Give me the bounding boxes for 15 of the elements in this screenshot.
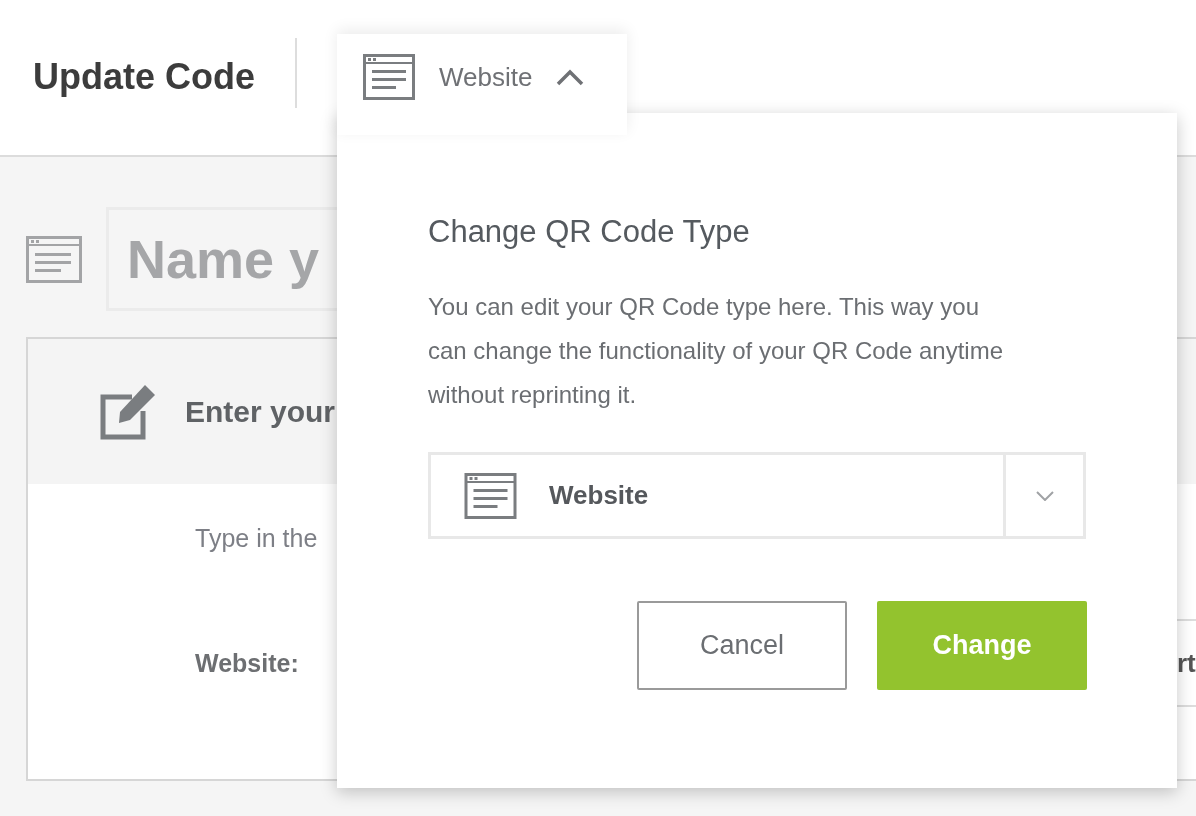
edit-icon bbox=[100, 383, 157, 440]
popover-description: You can edit your QR Code type here. This way you can change the functionality of your QR Code anytime without reprinting it. bbox=[428, 292, 1004, 410]
browser-window-icon bbox=[26, 235, 82, 283]
type-select[interactable]: Website bbox=[428, 452, 1086, 539]
page-title: Update Code bbox=[33, 55, 255, 99]
browser-window-icon bbox=[464, 472, 517, 519]
cancel-button[interactable]: Cancel bbox=[637, 601, 847, 690]
chevron-up-icon bbox=[556, 68, 585, 86]
field-label: Website: bbox=[195, 648, 300, 678]
chevron-down-icon bbox=[1035, 490, 1054, 501]
hint-text: Type in the bbox=[195, 524, 319, 553]
popover-title: Change QR Code Type bbox=[428, 213, 751, 251]
type-selector-tab[interactable]: Website bbox=[337, 34, 627, 135]
card-title: Enter your bbox=[185, 394, 336, 429]
browser-window-icon bbox=[363, 54, 415, 100]
